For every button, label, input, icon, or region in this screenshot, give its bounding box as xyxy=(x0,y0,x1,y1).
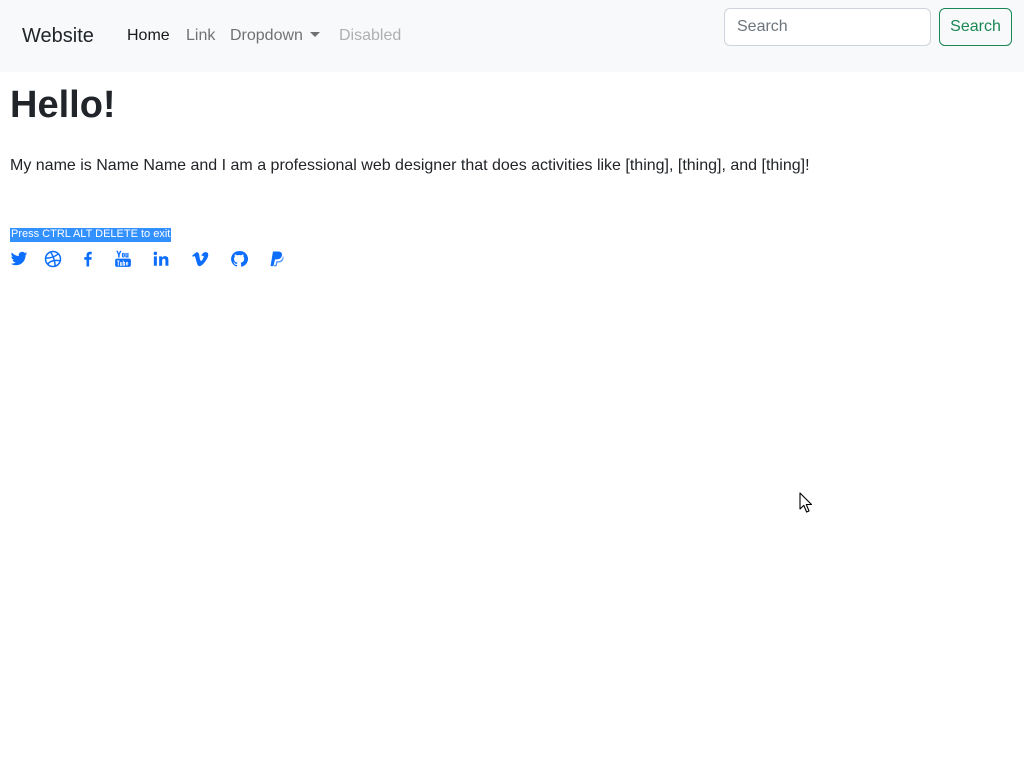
youtube-link[interactable] xyxy=(114,250,132,268)
twitter-link[interactable] xyxy=(10,250,28,268)
nav-dropdown-label: Dropdown xyxy=(230,27,303,44)
nav-link-disabled: Disabled xyxy=(339,27,402,44)
paypal-link[interactable] xyxy=(268,250,286,268)
dribbble-icon xyxy=(44,250,62,268)
page-heading: Hello! xyxy=(10,84,116,126)
nav-link-link[interactable]: Link xyxy=(186,26,215,46)
mouse-cursor-icon xyxy=(799,492,813,513)
search-input[interactable] xyxy=(724,8,931,46)
facebook-link[interactable] xyxy=(79,250,97,268)
intro-text: My name is Name Name and I am a professi… xyxy=(10,157,810,174)
vimeo-icon xyxy=(192,252,209,267)
linkedin-link[interactable] xyxy=(152,250,170,268)
dribbble-link[interactable] xyxy=(44,250,62,268)
linkedin-icon xyxy=(153,251,169,266)
nav-dropdown-toggle[interactable]: Dropdown xyxy=(230,26,320,46)
facebook-icon xyxy=(84,251,92,267)
navbar: Website Home Link Dropdown Disabled Sear… xyxy=(0,0,1024,72)
twitter-icon xyxy=(10,251,28,266)
exit-note: Press CTRL ALT DELETE to exit xyxy=(10,228,172,242)
search-button[interactable]: Search xyxy=(939,8,1012,46)
brand-link[interactable]: Website xyxy=(22,24,94,48)
github-icon xyxy=(231,251,248,267)
github-link[interactable] xyxy=(230,250,248,268)
nav-link-home[interactable]: Home xyxy=(127,26,170,46)
paypal-icon xyxy=(270,251,284,267)
vimeo-link[interactable] xyxy=(191,250,209,268)
youtube-icon xyxy=(115,250,131,267)
caret-down-icon xyxy=(309,32,320,37)
